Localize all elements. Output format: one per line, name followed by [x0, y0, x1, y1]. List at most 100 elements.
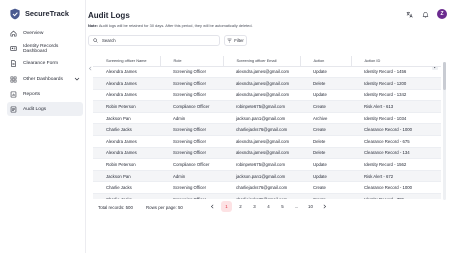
cell-role: Screening Officer	[160, 181, 223, 195]
app-name: SecureTrack	[25, 8, 69, 18]
sidebar-item-reports[interactable]: Reports	[7, 87, 83, 101]
cell-action: Create	[300, 100, 351, 113]
note-label: Note:	[88, 23, 98, 28]
cell-action: Archive	[300, 112, 351, 125]
cell-role: Screening Officer	[160, 77, 223, 90]
cell-officer-name: Charlie Jacks	[93, 193, 160, 199]
table-row[interactable]: Alexndra James Screening Officer alexndra.…	[93, 66, 441, 79]
bell-icon[interactable]	[421, 10, 429, 18]
cell-role: Admin	[160, 112, 223, 125]
cell-action: Delete	[300, 77, 351, 90]
cell-officer-name: Charlie Jacks	[93, 123, 160, 137]
sidebar-item-label: Identity Records Dashboard	[23, 43, 59, 54]
chevron-down-icon[interactable]	[74, 76, 80, 82]
column-header-role[interactable]: Role	[159, 56, 223, 67]
cell-role: Admin	[160, 170, 223, 183]
cell-officer-email: robinpete675@gmail.com	[223, 100, 300, 113]
sidebar-item-overview[interactable]: Overview	[7, 27, 83, 41]
table-row[interactable]: Jackson Pan Admin jackson.pan1@gmail.com Ar…	[93, 112, 441, 125]
cell-officer-name: Alexndra James	[93, 135, 160, 148]
column-header-officer-name[interactable]: Screening officer Name	[93, 56, 160, 67]
cell-action: Delete	[300, 147, 351, 160]
column-header-action-id[interactable]: Action ID	[350, 56, 441, 67]
sidebar-item-audit-logs[interactable]: Audit Logs	[7, 102, 83, 116]
page-title: Audit Logs	[88, 11, 130, 20]
next-page-button[interactable]	[319, 201, 330, 212]
sidebar-item-label: Reports	[23, 91, 41, 97]
id-card-icon	[10, 45, 17, 52]
cell-role: Screening Officer	[160, 66, 223, 79]
cell-action-id: Identity Record - 1200	[351, 77, 441, 90]
page-button[interactable]: 2	[235, 201, 246, 212]
pagination: 1 2 3 4 5 ... 10	[207, 201, 330, 212]
filter-button[interactable]: Filter	[224, 35, 247, 46]
cell-officer-name: Alexndra James	[93, 147, 160, 160]
search-input[interactable]	[102, 38, 212, 43]
cell-action: Create	[300, 123, 351, 137]
table-row[interactable]: Robin Peterson Compliance Officer robinpet…	[93, 158, 441, 171]
prev-page-button[interactable]	[207, 201, 218, 212]
cell-role: Screening Officer	[160, 193, 223, 199]
column-header-action[interactable]: Action	[299, 56, 351, 67]
page-button[interactable]: 4	[263, 201, 274, 212]
cell-action-id: Risk Alert - 613	[351, 100, 441, 113]
chevron-right-icon	[323, 204, 327, 209]
cell-officer-name: Charlie Jacks	[93, 181, 160, 195]
page-ellipsis: ...	[294, 204, 299, 209]
table-row[interactable]: Charlie JacksScreening Officercharliejac…	[93, 123, 441, 137]
page-button[interactable]: 10	[305, 201, 316, 212]
cell-role: Screening Officer	[160, 123, 223, 137]
sidebar-item-label: Overview	[23, 31, 44, 37]
document-icon	[10, 60, 17, 68]
page-button[interactable]: 3	[249, 201, 260, 212]
shield-logo-icon	[9, 7, 21, 20]
brand[interactable]: SecureTrack	[9, 7, 69, 20]
cell-officer-name: Alexndra James	[93, 66, 160, 79]
cell-officer-email: charliejacks76@gmail.com	[223, 181, 300, 195]
table-row[interactable]: Alexndra James Screening Officer alexndra.…	[93, 147, 441, 160]
search-box[interactable]	[88, 35, 220, 46]
grid-icon	[10, 76, 17, 83]
page-button[interactable]: 5	[277, 201, 288, 212]
rows-per-page[interactable]: Rows per page: 50	[146, 205, 183, 210]
cell-action: Update	[300, 170, 351, 183]
filter-icon	[227, 38, 232, 43]
table-row[interactable]: Alexndra James Screening Officer alexndra.…	[93, 135, 441, 148]
scrollbar-thumb[interactable]	[443, 62, 446, 90]
table-row[interactable]: Jackson Pan Admin jackson.pan1@gmail.com Up…	[93, 170, 441, 183]
cell-role: Compliance Officer	[160, 158, 223, 171]
cell-action-id: Clearance Record - 675	[351, 135, 441, 148]
cell-officer-name: Jackson Pan	[93, 170, 160, 183]
sidebar-item-label: Audit Logs	[23, 106, 47, 112]
cell-officer-email: alexndra.james@gmail.com	[223, 135, 300, 148]
translate-icon[interactable]	[405, 10, 413, 18]
table-header-row: Screening officer Name Role Screening of…	[93, 56, 441, 67]
sidebar: SecureTrack Overview Identity Records Da…	[0, 0, 86, 253]
cell-action: Create	[300, 193, 351, 199]
cell-officer-name: Alexndra James	[93, 77, 160, 90]
cell-action-id: Clearance Record - 1000	[351, 123, 441, 137]
vertical-scrollbar[interactable]	[443, 62, 446, 200]
cell-role: Compliance Officer	[160, 100, 223, 113]
cell-action: Update	[300, 158, 351, 171]
table-row[interactable]: Charlie JacksScreening Officercharliejac…	[93, 193, 441, 199]
cell-action-id: Identity Record - 1342	[351, 89, 441, 102]
cell-officer-email: alexndra.james@gmail.com	[223, 66, 300, 79]
column-header-officer-email[interactable]: Screening officer Email	[222, 56, 300, 67]
sidebar-item-clearance-form[interactable]: Clearance Form	[7, 57, 83, 71]
sidebar-item-other-dashboards[interactable]: Other Dashboards	[7, 72, 83, 86]
sidebar-item-identity-records-dashboard[interactable]: Identity Records Dashboard	[7, 42, 83, 56]
retention-note: Note: Audit logs will be retained for 30…	[88, 23, 253, 28]
cell-action: Update	[300, 89, 351, 102]
search-icon	[93, 38, 98, 43]
page-button[interactable]: 1	[221, 201, 232, 212]
table-row[interactable]: Alexndra James Screening Officer alexndra.…	[93, 77, 441, 90]
table-row[interactable]: Robin Peterson Compliance Officer robinpet…	[93, 100, 441, 113]
cell-action: Delete	[300, 135, 351, 148]
cell-officer-email: charliejacks76@gmail.com	[223, 123, 300, 137]
table-row[interactable]: Charlie JacksScreening Officercharliejac…	[93, 181, 441, 195]
cell-officer-email: jackson.pan1@gmail.com	[223, 170, 300, 183]
cell-action-id: Identity Record - 1034	[351, 112, 441, 125]
avatar[interactable]: Z	[437, 9, 447, 19]
table-row[interactable]: Alexndra James Screening Officer alexndra.…	[93, 89, 441, 102]
